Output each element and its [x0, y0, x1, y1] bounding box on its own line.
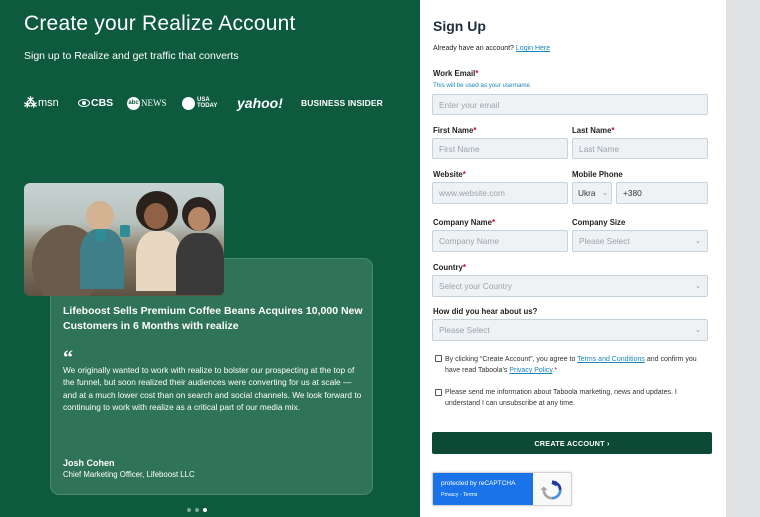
testimonial-quote: We originally wanted to work with realiz… — [63, 365, 362, 412]
page-margin — [726, 0, 760, 517]
country-label: Country* — [433, 263, 466, 272]
testimonial-author: Josh Cohen — [63, 458, 115, 468]
last-name-input[interactable]: Last Name — [572, 138, 708, 159]
phone-number-input[interactable]: +380 — [616, 182, 708, 204]
cbs-logo: CBS — [78, 95, 113, 111]
carousel-dots — [187, 508, 207, 512]
signup-title: Sign Up — [433, 18, 486, 34]
recaptcha-icon — [541, 480, 562, 500]
recaptcha-links[interactable]: Privacy - Terms — [441, 492, 477, 498]
chevron-down-icon: ⌄ — [695, 283, 701, 290]
marketing-checkbox[interactable] — [435, 389, 442, 396]
referral-label: How did you hear about us? — [433, 307, 538, 316]
terms-link[interactable]: Terms and Conditions — [577, 356, 645, 363]
hero-subtitle: Sign up to Realize and get traffic that … — [24, 50, 239, 62]
referral-select[interactable]: Please Select ⌄ — [432, 319, 708, 341]
yahoo-logo: yahoo! — [237, 95, 283, 111]
privacy-policy-link[interactable]: Privacy Policy — [509, 367, 552, 374]
chevron-down-icon: ⌄ — [695, 238, 701, 245]
company-size-label: Company Size — [572, 218, 626, 227]
mobile-phone-label: Mobile Phone — [572, 170, 623, 179]
create-account-button[interactable]: CREATE ACCOUNT › — [432, 432, 712, 454]
terms-text: By clicking “Create Account”, you agree … — [445, 356, 697, 374]
first-name-label: First Name* — [433, 126, 477, 135]
chevron-down-icon: ⌄ — [695, 327, 701, 334]
abc-news-logo: abc NEWS — [127, 96, 167, 110]
company-name-label: Company Name* — [433, 218, 495, 227]
carousel-dot[interactable] — [187, 508, 191, 512]
usa-today-logo: USA TODAY — [182, 95, 217, 111]
last-name-label: Last Name* — [572, 126, 615, 135]
login-prompt: Already have an account? Login Here — [433, 45, 551, 52]
first-name-input[interactable]: First Name — [432, 138, 568, 159]
business-insider-logo: BUSINESS INSIDER — [301, 98, 383, 108]
company-name-input[interactable]: Company Name — [432, 230, 568, 252]
carousel-dot[interactable] — [195, 508, 199, 512]
work-email-label: Work Email* — [433, 69, 479, 78]
terms-checkbox[interactable] — [435, 355, 442, 362]
marketing-text: Please send me information about Taboola… — [445, 389, 677, 407]
chevron-down-icon: ⌄ — [602, 190, 608, 197]
work-email-hint: This will be used as your username — [433, 82, 530, 89]
work-email-input[interactable]: Enter your email — [432, 94, 708, 115]
website-input[interactable]: www.website.com — [432, 182, 568, 204]
testimonial-role: Chief Marketing Officer, Lifeboost LLC — [63, 470, 195, 479]
login-link[interactable]: Login Here — [516, 45, 550, 52]
promo-panel: Create your Realize Account Sign up to R… — [0, 0, 420, 517]
signup-form: Sign Up Already have an account? Login H… — [420, 0, 726, 517]
carousel-dot-active[interactable] — [203, 508, 207, 512]
country-select[interactable]: Select your Country ⌄ — [432, 275, 708, 297]
recaptcha-text: protected by reCAPTCHA — [441, 480, 516, 487]
case-study-title: Lifeboost Sells Premium Coffee Beans Acq… — [63, 305, 363, 332]
phone-country-select[interactable]: Ukra ⌄ — [572, 182, 612, 204]
recaptcha-badge[interactable]: protected by reCAPTCHA Privacy - Terms — [432, 472, 572, 506]
testimonial-photo — [24, 183, 224, 296]
website-label: Website* — [433, 170, 466, 179]
partner-logos: ⁂ msn CBS abc NEWS USA TODAY yahoo! BUSINES… — [24, 95, 384, 111]
company-size-select[interactable]: Please Select ⌄ — [572, 230, 708, 252]
hero-title: Create your Realize Account — [24, 12, 296, 35]
msn-logo: ⁂ msn — [24, 95, 59, 110]
